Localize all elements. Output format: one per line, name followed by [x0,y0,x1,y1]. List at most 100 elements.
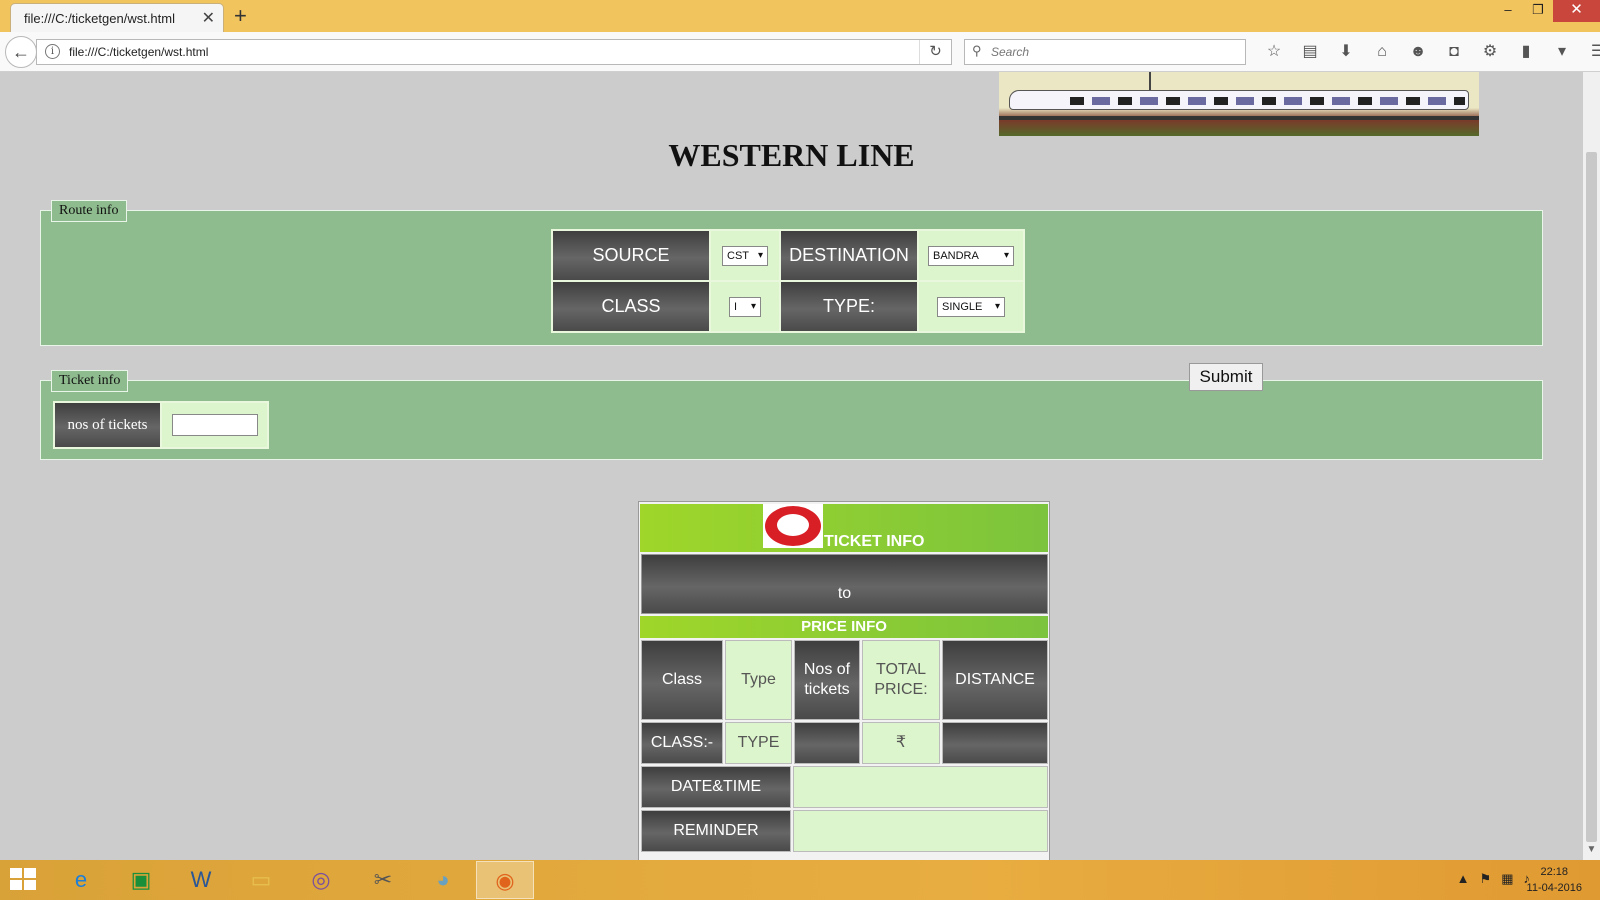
destination-value: BANDRA [933,249,979,262]
restore-icon[interactable]: ❐ [1523,0,1553,22]
new-tab-icon[interactable]: + [234,3,247,29]
source-select[interactable]: CST ▾ [722,245,768,266]
ticket-info-panel: Ticket info nos of tickets [40,370,1543,460]
price-value-cell: ₹ [862,722,940,764]
page-viewport: WESTERN LINE Route info SOURCE CST ▾ DES… [0,72,1583,860]
windows-start-icon[interactable] [10,868,38,892]
pocket-icon[interactable]: ◘ [1436,41,1472,63]
type-cell: SINGLE ▾ [919,282,1023,331]
source-value: CST [727,249,749,262]
snipping-tool-icon[interactable]: ✂ [354,861,412,899]
internet-explorer-icon[interactable]: e [52,861,110,899]
type-label: TYPE: [781,282,917,331]
class-cell: I ▾ [711,282,779,331]
minimize-icon[interactable]: – [1493,0,1523,22]
datetime-value [793,766,1048,808]
reminder-value [793,810,1048,852]
taskbar-clock[interactable]: 22:18 11-04-2016 [1527,864,1582,896]
system-tray: ▲ ⚑ ▦ ♪ [1457,871,1530,887]
class-select[interactable]: I ▾ [729,296,761,317]
browser-tab[interactable]: file:///C:/ticketgen/wst.html ✕ [10,3,224,32]
windows-taskbar: e ▣ W ▭ ◎ ✂ ◕ ◉ ▲ ⚑ ▦ ♪ 22:18 11-04-2016 [0,860,1600,900]
reading-list-icon[interactable]: ▤ [1292,41,1328,63]
tickets-input[interactable] [171,414,258,436]
reminder-label: REMINDER [641,810,791,852]
url-text[interactable]: file:///C:/ticketgen/wst.html [69,45,208,59]
vertical-scrollbar[interactable]: ▼ [1583,72,1600,860]
scrollbar-thumb[interactable] [1586,152,1597,842]
destination-select[interactable]: BANDRA ▾ [928,245,1014,266]
home-icon[interactable]: ⌂ [1364,41,1400,63]
tray-expand-icon[interactable]: ▲ [1457,871,1470,887]
col-nos-header: Nos of tickets [794,640,860,720]
type-value-cell: TYPE [725,722,792,764]
menu-icon[interactable]: ☰ [1580,41,1600,63]
tickets-label: nos of tickets [55,403,160,447]
tickets-input-cell [162,403,267,447]
chevron-down-icon: ▾ [994,300,1000,312]
search-icon: ⚲ [972,43,982,58]
search-input[interactable]: ⚲ Search [964,39,1246,65]
tab-title: file:///C:/ticketgen/wst.html [24,11,175,26]
col-type-header: Type [725,640,792,720]
col-distance-header: DISTANCE [942,640,1048,720]
source-label: SOURCE [553,231,709,280]
ticket-info-legend: Ticket info [51,370,129,392]
chevron-down-icon: ▾ [1003,249,1009,261]
class-value: I [734,300,738,313]
hello-icon[interactable]: ☻ [1400,41,1436,63]
back-arrow-icon[interactable]: ← [5,36,37,68]
info-icon[interactable]: i [45,44,60,59]
submit-button[interactable]: Submit [1189,363,1263,391]
source-cell: CST ▾ [711,231,779,280]
distance-value-cell [942,722,1048,764]
clock-time: 22:18 [1540,866,1569,878]
reload-icon[interactable]: ↻ [919,40,951,64]
bookmark-star-icon[interactable]: ☆ [1256,41,1292,63]
clock-date: 11-04-2016 [1526,882,1582,894]
search-placeholder: Search [991,45,1030,59]
overhead-pole [1149,72,1151,90]
nos-value-cell [794,722,860,764]
route-summary: to [641,554,1048,614]
datetime-label: DATE&TIME [641,766,791,808]
scroll-down-icon[interactable]: ▼ [1583,844,1600,860]
route-table: SOURCE CST ▾ DESTINATION BANDRA ▾ CLASS [551,229,1025,333]
destination-cell: BANDRA ▾ [919,231,1023,280]
clipboard-icon[interactable]: ▮ [1508,41,1544,63]
train-banner-image [999,72,1479,136]
col-total-price-header: TOTAL PRICE: [862,640,940,720]
chevron-down-icon: ▾ [757,249,763,261]
tickets-table: nos of tickets [53,401,269,449]
browser-navbar: ← i file:///C:/ticketgen/wst.html ↻ ⚲ Se… [0,32,1600,72]
route-info-legend: Route info [51,200,127,222]
browser-toolbar: ☆ ▤ ⬇ ⌂ ☻ ◘ ⚙ ▮ ▾ ☰ [1256,41,1600,63]
word-icon[interactable]: W [172,861,230,899]
price-info-header: PRICE INFO [640,616,1048,638]
torrent-client-icon[interactable]: ◎ [292,861,350,899]
network-icon[interactable]: ▦ [1501,871,1513,887]
firefox-icon[interactable]: ◉ [476,861,534,899]
action-center-flag-icon[interactable]: ⚑ [1480,871,1492,887]
browser-titlebar: file:///C:/ticketgen/wst.html ✕ + – ❐ ✕ [0,0,1600,32]
destination-label: DESTINATION [781,231,917,280]
train-body [1009,90,1469,110]
store-icon[interactable]: ▣ [112,861,170,899]
chevron-down-icon[interactable]: ▾ [1544,41,1580,63]
close-tab-icon[interactable]: ✕ [202,8,215,28]
window-controls: – ❐ ✕ [1493,0,1600,22]
type-value: SINGLE [942,300,983,313]
download-icon[interactable]: ⬇ [1328,41,1364,63]
ticket-card-header: TICKET INFO [640,504,1048,552]
train-windows [1070,97,1465,105]
type-select[interactable]: SINGLE ▾ [937,296,1005,317]
train-track [999,116,1479,120]
extension-icon[interactable]: ⚙ [1472,41,1508,63]
close-window-icon[interactable]: ✕ [1553,0,1600,22]
paint-icon[interactable]: ◕ [414,861,472,899]
chevron-down-icon: ▾ [750,300,756,312]
logo-emblem [775,512,811,538]
route-info-panel: Route info SOURCE CST ▾ DESTINATION BAND… [40,200,1543,346]
file-explorer-icon[interactable]: ▭ [232,861,290,899]
url-bar[interactable]: i file:///C:/ticketgen/wst.html ↻ [36,39,952,65]
